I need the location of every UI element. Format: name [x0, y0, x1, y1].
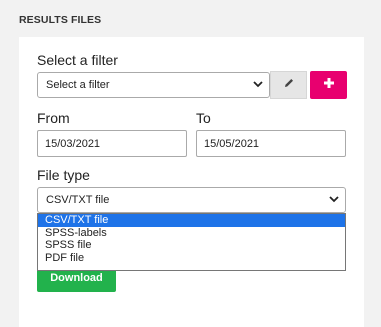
file-type-select[interactable]: CSV/TXT file	[37, 187, 346, 213]
section-title: RESULTS FILES	[19, 14, 102, 26]
filter-select-value: Select a filter	[46, 79, 110, 91]
filter-select[interactable]: Select a filter	[37, 72, 270, 98]
from-date-value: 15/03/2021	[45, 137, 101, 150]
file-type-option[interactable]: SPSS file	[38, 239, 345, 252]
file-type-dropdown: CSV/TXT file SPSS-labels SPSS file PDF f…	[37, 213, 346, 271]
download-label: Download	[50, 272, 103, 284]
file-type-option[interactable]: CSV/TXT file	[38, 214, 345, 227]
to-date-field[interactable]: 15/05/2021	[196, 130, 346, 157]
from-label: From	[37, 110, 70, 126]
file-type-label: File type	[37, 167, 90, 183]
file-type-option[interactable]: SPSS-labels	[38, 227, 345, 240]
from-date-field[interactable]: 15/03/2021	[37, 130, 187, 157]
chevron-down-icon	[253, 79, 263, 91]
edit-filter-button[interactable]	[270, 71, 307, 99]
add-filter-button[interactable]	[310, 71, 347, 99]
to-date-value: 15/05/2021	[204, 137, 260, 150]
pencil-icon	[283, 76, 295, 94]
to-label: To	[196, 110, 211, 126]
filter-label: Select a filter	[37, 52, 118, 68]
file-type-option[interactable]: PDF file	[38, 252, 345, 265]
file-type-select-value: CSV/TXT file	[46, 194, 110, 206]
plus-icon	[323, 76, 335, 94]
chevron-down-icon	[329, 194, 339, 206]
